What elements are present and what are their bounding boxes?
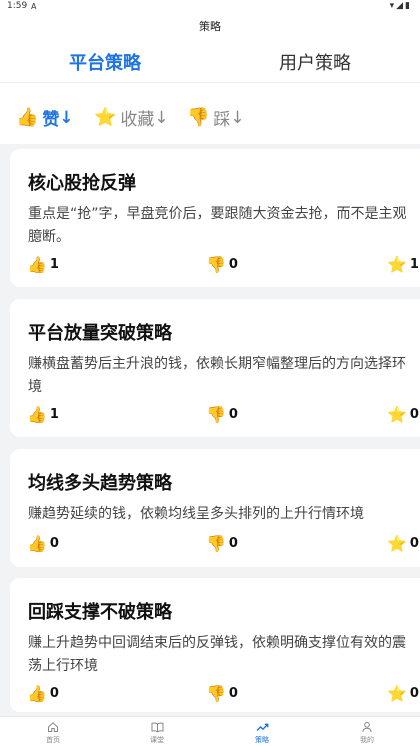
favorite-count[interactable]: ⭐ 0 (387, 684, 419, 703)
thumbs-up-icon: 👍 (16, 107, 39, 128)
star-icon: ⭐ (387, 534, 407, 553)
strategy-description: 赚趋势延续的钱，依赖均线呈多头排列的上升行情环境 (28, 506, 364, 522)
sim-icon: A (31, 2, 37, 11)
star-icon: ⭐ (387, 405, 407, 424)
strategy-description: 重点是“抢”字，早盘竞价后，要跟随大资金去抢，而不是主观臆断。 (28, 206, 407, 245)
sort-by-likes-button[interactable]: 👍 赞 ↓ (16, 105, 74, 130)
dislike-count[interactable]: 👎 0 (206, 255, 238, 274)
nav-profile[interactable]: 我的 (337, 720, 397, 745)
strategy-title: 回踩支撑不破策略 (28, 602, 172, 623)
thumbs-up-icon: 👍 (27, 255, 47, 274)
nav-label: 策略 (255, 736, 269, 744)
thumbs-down-icon: 👎 (206, 534, 226, 553)
strategy-description: 赚上升趋势中回调结束后的反弹钱，依赖明确支撑位有效的震荡上行环境 (28, 635, 406, 674)
thumbs-up-icon: 👍 (27, 684, 47, 703)
nav-label: 我的 (360, 736, 374, 744)
nav-label: 课堂 (150, 736, 164, 744)
status-icons: ▾◢▮ (389, 1, 412, 11)
sort-arrow-icon: ↓ (154, 107, 169, 128)
favorite-count[interactable]: ⭐ 0 (387, 405, 419, 424)
page-title: 策略 (199, 20, 221, 33)
strategy-card[interactable]: 均线多头趋势策略 赚趋势延续的钱，依赖均线呈多头排列的上升行情环境 👍 0 👎 0 … (10, 449, 420, 567)
strategy-card[interactable]: 核心股抢反弹 重点是“抢”字，早盘竞价后，要跟随大资金去抢，而不是主观臆断。 👍… (10, 149, 420, 287)
sort-by-dislikes-button[interactable]: 👎 踩 ↓ (187, 105, 245, 130)
sort-by-favorites-button[interactable]: ⭐ 收藏 ↓ (94, 105, 169, 130)
dislike-count[interactable]: 👎 0 (206, 534, 238, 553)
tab-user-strategy[interactable]: 用户策略 (210, 40, 420, 82)
like-count[interactable]: 👍 0 (27, 684, 59, 703)
thumbs-up-icon: 👍 (27, 405, 47, 424)
thumbs-down-icon: 👎 (206, 255, 226, 274)
status-time: 1:59 (7, 1, 28, 11)
app-bar: 策略 (0, 14, 420, 40)
nav-home[interactable]: 首页 (23, 720, 83, 745)
sort-arrow-icon: ↓ (59, 107, 74, 128)
thumbs-down-icon: 👎 (187, 107, 210, 128)
thumbs-down-icon: 👎 (206, 405, 226, 424)
like-count[interactable]: 👍 1 (27, 255, 59, 274)
dislike-count[interactable]: 👎 0 (206, 405, 238, 424)
sort-arrow-icon: ↓ (230, 107, 245, 128)
strategy-title: 核心股抢反弹 (28, 173, 136, 194)
thumbs-down-icon: 👎 (206, 684, 226, 703)
like-count[interactable]: 👍 1 (27, 405, 59, 424)
nav-strategy[interactable]: 策略 (232, 720, 292, 745)
tab-platform-strategy[interactable]: 平台策略 (0, 40, 210, 82)
home-icon (23, 720, 83, 734)
nav-label: 首页 (46, 736, 60, 744)
favorite-count[interactable]: ⭐ 1 (387, 255, 419, 274)
person-icon (337, 720, 397, 734)
book-icon (127, 720, 187, 734)
strategy-title: 平台放量突破策略 (28, 323, 172, 344)
dislike-count[interactable]: 👎 0 (206, 684, 238, 703)
sort-label: 踩 (213, 110, 231, 130)
thumbs-up-icon: 👍 (27, 534, 47, 553)
sort-label: 赞 (42, 110, 60, 130)
strategy-title: 均线多头趋势策略 (28, 473, 172, 494)
trend-icon (232, 720, 292, 734)
strategy-card[interactable]: 回踩支撑不破策略 赚上升趋势中回调结束后的反弹钱，依赖明确支撑位有效的震荡上行环… (10, 578, 420, 712)
strategy-card[interactable]: 平台放量突破策略 赚横盘蓄势后主升浪的钱，依赖长期窄幅整理后的方向选择环境 👍 1… (10, 299, 420, 437)
sort-label: 收藏 (120, 110, 155, 130)
like-count[interactable]: 👍 0 (27, 534, 59, 553)
sort-bar: 👍 赞 ↓ ⭐ 收藏 ↓ 👎 踩 ↓ (0, 82, 420, 144)
star-icon: ⭐ (94, 107, 117, 128)
bottom-nav: 首页 课堂 策略 我的 (0, 716, 420, 746)
strategy-description: 赚横盘蓄势后主升浪的钱，依赖长期窄幅整理后的方向选择环境 (28, 356, 406, 395)
favorite-count[interactable]: ⭐ 0 (387, 534, 419, 553)
status-bar: 1:59 A ▾◢▮ (0, 0, 420, 14)
star-icon: ⭐ (387, 684, 407, 703)
strategy-tabs: 平台策略 用户策略 (0, 40, 420, 119)
nav-classroom[interactable]: 课堂 (127, 720, 187, 745)
star-icon: ⭐ (387, 255, 407, 274)
